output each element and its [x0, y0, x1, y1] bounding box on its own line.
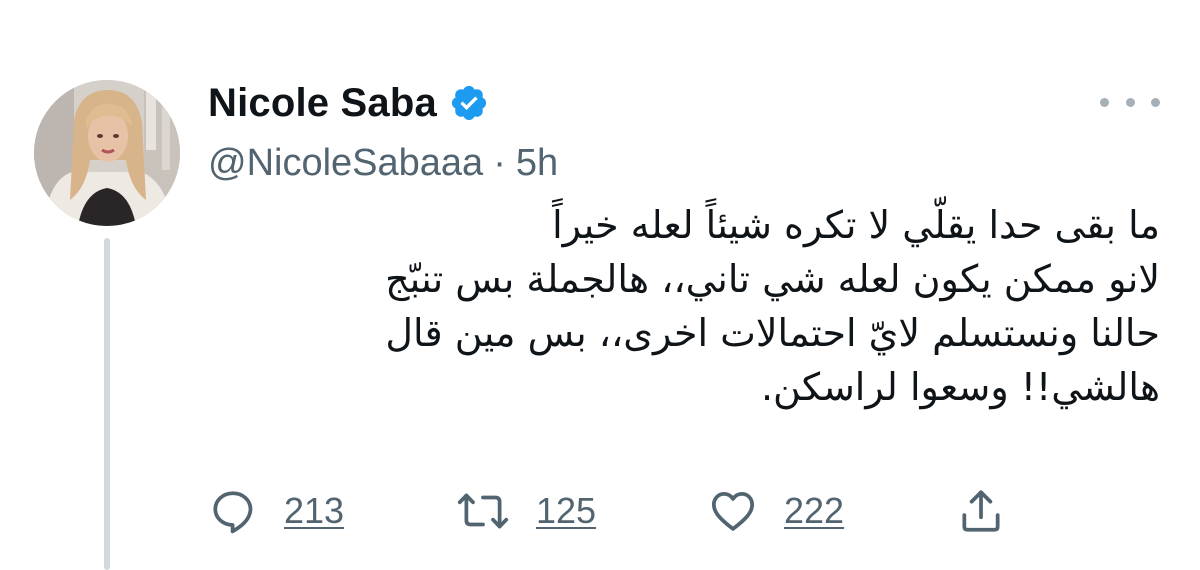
like-button[interactable]: 222 — [708, 486, 844, 536]
handle-row: @NicoleSabaaa · 5h — [208, 142, 1160, 185]
tweet-line: هالشي!! وسعوا لراسكن. — [760, 365, 1160, 409]
avatar-image — [34, 80, 180, 226]
reply-icon — [208, 486, 258, 536]
tweet: Nicole Saba @NicoleSabaaa · 5h ما بقى حد… — [0, 0, 1200, 570]
tweet-header: Nicole Saba @NicoleSabaaa · 5h — [208, 78, 1160, 185]
handle[interactable]: @NicoleSabaaa — [208, 142, 483, 185]
more-dot — [1151, 97, 1160, 107]
tweet-line: حالنا ونستسلم لايّ احتمالات اخرى،، بس مي… — [385, 311, 1160, 355]
verified-badge-icon — [449, 83, 489, 123]
thread-line — [104, 238, 110, 570]
retweet-count[interactable]: 125 — [536, 490, 596, 532]
more-dot — [1100, 97, 1109, 107]
heart-icon — [708, 486, 758, 536]
separator-dot: · — [493, 142, 506, 184]
reply-count[interactable]: 213 — [284, 490, 344, 532]
tweet-text: ما بقى حدا يقلّي لا تكره شيئاً لعله خيرا… — [200, 198, 1160, 414]
tweet-line: لانو ممكن يكون لعله شي تاني،، هالجملة بس… — [385, 257, 1160, 301]
share-icon — [956, 486, 1006, 536]
share-button[interactable] — [956, 486, 1006, 536]
reply-button[interactable]: 213 — [208, 486, 344, 536]
tweet-line: ما بقى حدا يقلّي لا تكره شيئاً لعله خيرا… — [552, 203, 1160, 247]
retweet-icon — [456, 486, 510, 536]
more-dot — [1125, 97, 1135, 107]
display-name[interactable]: Nicole Saba — [208, 81, 437, 126]
avatar[interactable] — [34, 80, 180, 226]
more-options-icon[interactable] — [1100, 82, 1160, 122]
like-count[interactable]: 222 — [784, 490, 844, 532]
action-bar: 213 125 222 — [208, 486, 1028, 546]
name-row: Nicole Saba — [208, 78, 1160, 128]
timestamp[interactable]: 5h — [516, 142, 558, 185]
retweet-button[interactable]: 125 — [456, 486, 596, 536]
